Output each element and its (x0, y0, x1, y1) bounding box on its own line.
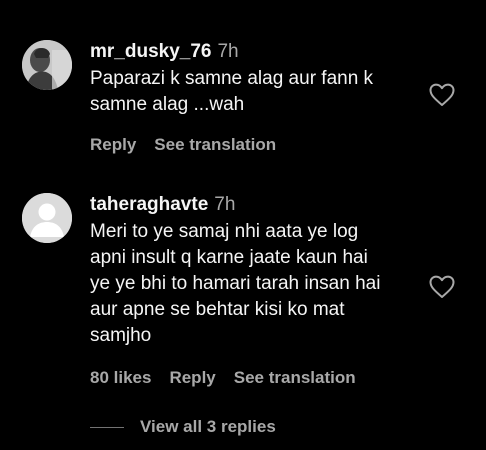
view-replies-row[interactable]: View all 3 replies (90, 416, 276, 438)
avatar-photo-icon (22, 40, 72, 90)
avatar[interactable] (22, 193, 72, 243)
reply-button[interactable]: Reply (169, 368, 215, 387)
view-replies-button[interactable]: View all 3 replies (140, 417, 276, 437)
comment-text-line: ye ye bhi to hamari tarah insan hai (90, 273, 381, 294)
comment-text-line: Paparazi k samne alag aur fann k (90, 68, 374, 89)
likes-count[interactable]: 80 likes (90, 368, 151, 387)
username[interactable]: taheraghavte (90, 194, 208, 215)
comments-panel: mr_dusky_76 7h Paparazi k samne alag aur … (0, 0, 486, 450)
reply-button[interactable]: Reply (90, 135, 136, 154)
comment-actions: 80 likes Reply See translation (90, 367, 430, 389)
comment-header: taheraghavte 7h (90, 193, 430, 217)
heart-outline-icon[interactable] (429, 275, 455, 299)
comment-text-line: apni insult q karne jaate kaun hai (90, 247, 368, 268)
default-user-icon (22, 193, 72, 243)
comment-text: Meri to ye samaj nhi aata ye log apni in… (90, 219, 430, 349)
comment-text-line: samjho (90, 325, 152, 346)
timestamp: 7h (217, 41, 239, 62)
comment-header: mr_dusky_76 7h (90, 40, 430, 64)
comment-text: Paparazi k samne alag aur fann k samne a… (90, 66, 430, 118)
timestamp: 7h (214, 194, 236, 215)
see-translation-button[interactable]: See translation (154, 135, 276, 154)
reply-divider (90, 426, 124, 428)
comment-text-line: samne alag ...wah (90, 94, 245, 115)
username[interactable]: mr_dusky_76 (90, 41, 211, 62)
heart-outline-icon[interactable] (429, 83, 455, 107)
see-translation-button[interactable]: See translation (234, 368, 356, 387)
avatar[interactable] (22, 40, 72, 90)
comment-actions: Reply See translation (90, 134, 430, 156)
comment-text-line: Meri to ye samaj nhi aata ye log (90, 221, 359, 242)
comment-text-line: aur apne se behtar kisi ko mat (90, 299, 345, 320)
